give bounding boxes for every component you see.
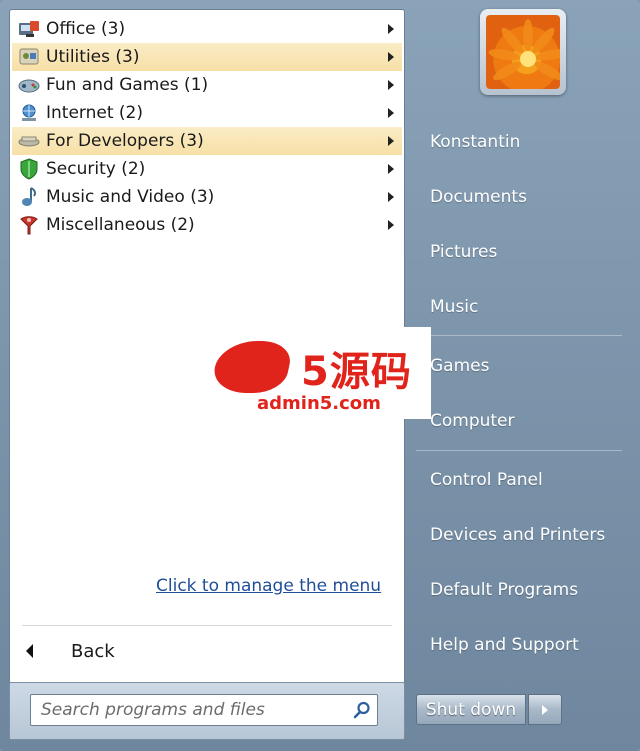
manage-menu-link[interactable]: Click to manage the menu xyxy=(156,576,381,596)
pictures-link[interactable]: Pictures xyxy=(430,242,497,262)
menu-item-label: Internet (2) xyxy=(46,103,143,123)
user-name-link[interactable]: Konstantin xyxy=(430,132,520,152)
help-and-support-link[interactable]: Help and Support xyxy=(430,635,579,655)
submenu-arrow-icon xyxy=(388,24,394,34)
office-icon xyxy=(14,17,44,41)
user-avatar[interactable] xyxy=(480,9,566,95)
menu-item-label: Fun and Games (1) xyxy=(46,75,209,95)
watermark-a-logo-icon xyxy=(209,341,295,393)
menu-item-label: Miscellaneous (2) xyxy=(46,215,195,235)
search-input[interactable] xyxy=(31,695,347,725)
menu-item-music-and-video[interactable]: Music and Video (3) xyxy=(12,183,402,211)
shut-down-button[interactable]: Shut down xyxy=(416,694,526,725)
shut-down-options-button[interactable] xyxy=(528,694,562,725)
submenu-arrow-icon xyxy=(388,192,394,202)
divider xyxy=(416,450,622,451)
search-box[interactable] xyxy=(30,694,378,726)
shield-icon xyxy=(14,157,44,181)
documents-link[interactable]: Documents xyxy=(430,187,527,207)
chevron-right-icon xyxy=(542,704,548,715)
watermark-site: admin5.com xyxy=(257,393,381,414)
start-menu: Office (3) Utilities (3) Fun and Games (… xyxy=(0,0,640,751)
internet-icon xyxy=(14,101,44,125)
submenu-arrow-icon xyxy=(388,80,394,90)
program-category-list: Office (3) Utilities (3) Fun and Games (… xyxy=(12,15,402,239)
menu-item-internet[interactable]: Internet (2) xyxy=(12,99,402,127)
utilities-icon xyxy=(14,45,44,69)
back-arrow-icon xyxy=(26,644,33,658)
default-programs-link[interactable]: Default Programs xyxy=(430,580,578,600)
submenu-arrow-icon xyxy=(388,108,394,118)
menu-item-office[interactable]: Office (3) xyxy=(12,15,402,43)
developer-icon xyxy=(14,129,44,153)
menu-item-label: Music and Video (3) xyxy=(46,187,215,207)
computer-link[interactable]: Computer xyxy=(430,411,515,431)
devices-and-printers-link[interactable]: Devices and Printers xyxy=(430,525,605,545)
misc-icon xyxy=(14,213,44,237)
games-link[interactable]: Games xyxy=(430,356,489,376)
menu-item-for-developers[interactable]: For Developers (3) xyxy=(12,127,402,155)
menu-item-label: Office (3) xyxy=(46,19,126,39)
submenu-arrow-icon xyxy=(388,164,394,174)
divider xyxy=(416,335,622,336)
music-link[interactable]: Music xyxy=(430,297,478,317)
submenu-arrow-icon xyxy=(388,220,394,230)
control-panel-link[interactable]: Control Panel xyxy=(430,470,543,490)
watermark-brand: 5源码 xyxy=(301,349,412,395)
music-note-icon xyxy=(14,185,44,209)
menu-item-label: Utilities (3) xyxy=(46,47,140,67)
menu-item-fun-and-games[interactable]: Fun and Games (1) xyxy=(12,71,402,99)
menu-item-label: For Developers (3) xyxy=(46,131,204,151)
back-button[interactable]: Back xyxy=(26,638,115,664)
submenu-arrow-icon xyxy=(388,52,394,62)
search-icon[interactable] xyxy=(347,695,377,725)
submenu-arrow-icon xyxy=(388,136,394,146)
watermark-logo: 5源码 admin5.com xyxy=(205,327,431,419)
divider xyxy=(22,625,392,626)
menu-item-security[interactable]: Security (2) xyxy=(12,155,402,183)
back-label: Back xyxy=(71,640,115,662)
games-controller-icon xyxy=(14,73,44,97)
search-area xyxy=(9,682,405,740)
flower-picture-icon xyxy=(486,15,560,89)
menu-item-utilities[interactable]: Utilities (3) xyxy=(12,43,402,71)
menu-item-label: Security (2) xyxy=(46,159,146,179)
menu-item-miscellaneous[interactable]: Miscellaneous (2) xyxy=(12,211,402,239)
